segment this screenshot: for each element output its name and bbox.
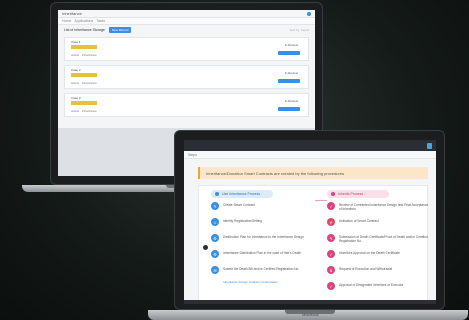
nav-tasks[interactable]: Tasks — [96, 19, 105, 23]
laptop-right-screen: Steps Inheritance/Donation Smart Contrac… — [184, 140, 436, 304]
card-action-button[interactable] — [278, 79, 300, 83]
connector-line — [315, 200, 327, 201]
card-subtitle: Active · Inheritance — [71, 53, 97, 57]
step-icon: ✓ — [327, 202, 335, 210]
step-label: Approval of Designated Inheritors or Exe… — [339, 283, 404, 287]
use-inheritance-column: Use Inheritance Process ✎ Create Smart Co… — [211, 190, 315, 284]
inherits-column: Inherits Process ✓ Review of Contracted I… — [327, 190, 431, 298]
step-label: Create Smart Contract — [223, 203, 255, 207]
process-step[interactable]: ⚙ Distribution Plan for Inheritance to th… — [211, 234, 315, 250]
record-card[interactable]: Case 2 Active · Inheritance In Review — [64, 65, 309, 89]
sub-bar: Steps — [184, 151, 436, 159]
step-icon: ✓ — [327, 250, 335, 258]
step-icon: ⚡ — [327, 218, 335, 226]
profile-icon[interactable] — [307, 11, 311, 16]
nav-home[interactable]: Home — [62, 19, 71, 23]
step-icon: $ — [327, 266, 335, 274]
app-title: Inheritance — [62, 11, 82, 16]
nav-applications[interactable]: Applications — [74, 19, 93, 23]
top-bar: Inheritance — [58, 10, 315, 18]
card-highlight — [71, 101, 97, 105]
card-title: Case 2 — [71, 68, 81, 72]
toolbar: Home Applications Tasks — [58, 18, 315, 25]
step-icon: ✓ — [327, 282, 335, 290]
process-step[interactable]: ✎ Create Smart Contract — [211, 202, 315, 218]
list-header: List of Inheritance Storage New Record S… — [58, 25, 315, 35]
card-highlight — [71, 45, 97, 49]
card-action-button[interactable] — [278, 107, 300, 111]
sort-control[interactable]: Sort by: Latest — [290, 28, 309, 32]
brand-label: MacBook — [302, 312, 319, 317]
step-icon: ✎ — [211, 202, 219, 210]
info-banner: Inheritance/Donation Smart Contracts are… — [198, 167, 428, 179]
card-title: Case 1 — [71, 40, 81, 44]
process-step[interactable]: ✎ Submission of Death Certificate/Proof o… — [327, 234, 431, 250]
step-icon: ✎ — [327, 234, 335, 242]
list-title: List of Inheritance Storage — [64, 28, 105, 32]
banner-text: Inheritance/Donation Smart Contracts are… — [206, 170, 345, 176]
card-subtitle: Active · Inheritance — [71, 81, 97, 85]
step-label: Identity Registration/Setting — [223, 219, 262, 223]
step-label: Request of Execution and Withdrawal — [339, 267, 393, 271]
step-icon: ✉ — [211, 266, 219, 274]
process-step[interactable]: $ Request of Execution and Withdrawal — [327, 266, 431, 282]
step-label: Submit the Death Bill and/or Certified R… — [223, 267, 300, 271]
step-label: Submission of Death Certificate/Proof of… — [339, 235, 428, 243]
collapse-toggle-icon[interactable] — [203, 245, 208, 250]
step-label: Inheritors Approval on the Death Certifi… — [339, 251, 400, 255]
process-step[interactable]: ☺ Identity Registration/Setting — [211, 218, 315, 234]
column-title: Use Inheritance Process — [222, 192, 261, 196]
process-step[interactable]: ✓ Review of Contracted Inheritance Design… — [327, 202, 431, 218]
card-subtitle: Active · Inheritance — [71, 109, 97, 113]
step-label: Review of Contracted Inheritance Design … — [339, 203, 429, 211]
step-label: Distribution Plan for Inheritance to the… — [223, 235, 304, 239]
card-status: In Review — [284, 71, 298, 75]
new-record-button[interactable]: New Record — [108, 27, 132, 33]
column-title: Inherits Process — [338, 192, 364, 196]
card-title: Case 3 — [71, 96, 81, 100]
breadcrumb[interactable]: Steps — [188, 153, 197, 157]
process-step[interactable]: ⚙ Inheritance Distribution Plan in the ca… — [211, 250, 315, 266]
process-icon — [215, 192, 219, 196]
card-status: In Review — [284, 99, 298, 103]
column-header[interactable]: Use Inheritance Process — [211, 190, 273, 198]
logo-icon — [427, 142, 432, 149]
card-status: In Review — [284, 43, 298, 47]
process-step[interactable]: ✓ Approval of Designated Inheritors or Ex… — [327, 282, 431, 298]
record-card[interactable]: Case 3 Active · Inheritance In Review — [64, 93, 309, 117]
confirmation-link[interactable]: Inheritance Design Initiation Confirmati… — [223, 280, 315, 284]
process-icon — [331, 192, 335, 196]
step-icon: ☺ — [211, 218, 219, 226]
step-icon: ⚙ — [211, 234, 219, 242]
card-action-button[interactable] — [278, 51, 300, 55]
step-icon: ⚙ — [211, 250, 219, 258]
process-step[interactable]: ⚡ Activation of Smart Contract — [327, 218, 431, 234]
top-bar — [184, 140, 436, 151]
process-step[interactable]: ✓ Inheritors Approval on the Death Certif… — [327, 250, 431, 266]
step-label: Activation of Smart Contract — [339, 219, 379, 223]
bottom-bar — [184, 300, 436, 304]
column-header[interactable]: Inherits Process — [327, 190, 389, 198]
step-label: Inheritance Distribution Plan in the cas… — [223, 251, 302, 255]
process-panel: Use Inheritance Process ✎ Create Smart Co… — [198, 185, 428, 303]
card-highlight — [71, 73, 97, 77]
record-card[interactable]: Case 1 Active · Inheritance In Review — [64, 37, 309, 61]
